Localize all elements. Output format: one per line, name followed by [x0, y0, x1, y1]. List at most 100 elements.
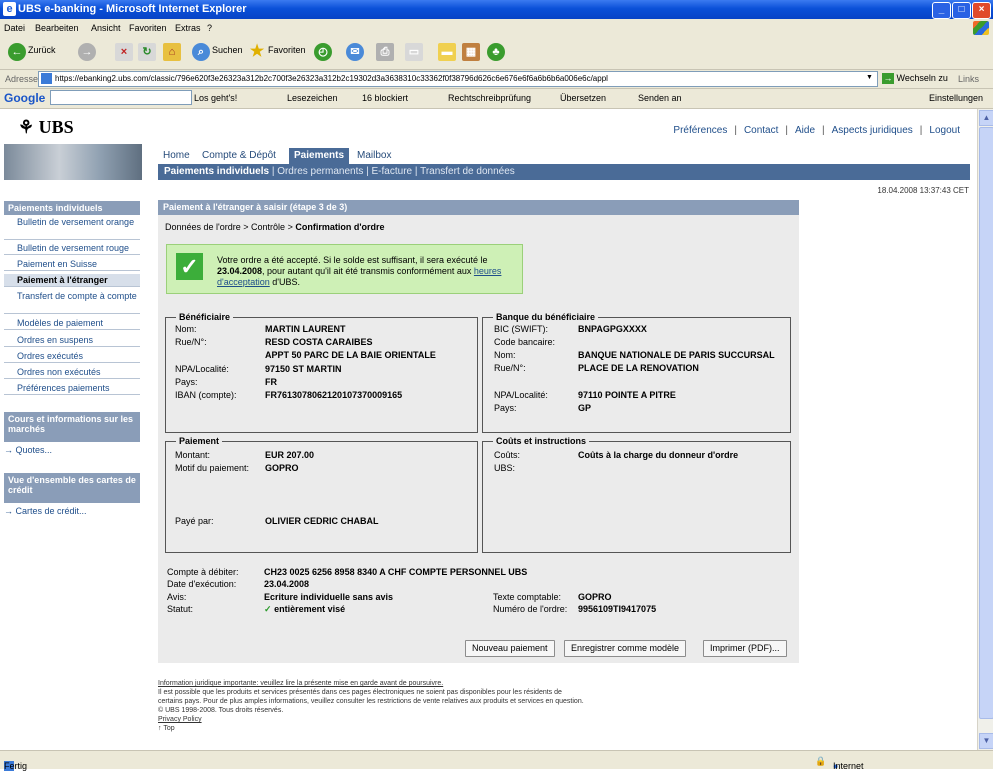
menu-ansicht[interactable]: Ansicht — [91, 23, 121, 33]
menu-favoriten[interactable]: Favoriten — [129, 23, 167, 33]
sidebar-item-modeles[interactable]: Modèles de paiement — [4, 317, 140, 330]
top-links: Préférences | Contact | Aide | Aspects juridiq… — [673, 125, 960, 136]
go-button[interactable]: → Wechseln zu — [882, 73, 948, 85]
popup-blocked-counter[interactable]: 16 blockiert — [362, 93, 408, 103]
toolbar: ← Zurück → × ↻ ⌂ ⌕ Suchen ★ Favoriten ◴ … — [0, 37, 993, 70]
vertical-scrollbar[interactable]: ▲ ▼ — [977, 109, 993, 750]
google-search-input[interactable] — [50, 90, 192, 105]
legal-notice-link[interactable]: Information juridique importante: veuill… — [158, 679, 588, 688]
lock-icon: 🔒 — [815, 756, 827, 766]
sidebar-item-bv-rouge[interactable]: Bulletin de versement rouge — [4, 242, 140, 255]
google-logo: Google — [4, 91, 46, 105]
panel-header: Paiement à l'étranger à saisir (étape 3 … — [158, 200, 799, 215]
tab-compte-depot[interactable]: Compte & Dépôt — [197, 148, 281, 164]
favorites-star-icon[interactable]: ★ — [248, 43, 266, 61]
search-icon[interactable]: ⌕ — [192, 43, 210, 61]
print-icon[interactable]: ⎙ — [376, 43, 394, 61]
ubs-logo: ⚘ UBS — [18, 117, 74, 137]
sidebar-item-bvr-orange[interactable]: Bulletin de versement orange — [4, 216, 140, 240]
search-button-label[interactable]: Suchen — [212, 45, 243, 55]
address-dropdown-icon[interactable]: ▼ — [866, 74, 873, 81]
scroll-up-icon[interactable]: ▲ — [979, 110, 993, 126]
google-bookmarks[interactable]: Lesezeichen — [287, 93, 338, 103]
back-button-label[interactable]: Zurück — [28, 45, 56, 55]
subnav-e-facture[interactable]: E-facture — [372, 166, 413, 177]
sidebar-item-preferences-paiements[interactable]: Préférences paiements — [4, 382, 140, 395]
messenger-icon[interactable]: ♣ — [487, 43, 505, 61]
copyright: © UBS 1998-2008. Tous droits réservés. — [158, 707, 284, 714]
spellcheck-button[interactable]: Rechtschreibprüfung — [448, 93, 531, 103]
address-url: https://ebanking2.ubs.com/classic/796e62… — [55, 74, 608, 83]
maximize-button[interactable]: □ — [952, 2, 971, 19]
sidebar-header-markets: Cours et informations sur les marchés — [4, 412, 140, 442]
beneficiary-legend: Bénéficiaire — [179, 312, 231, 322]
close-button[interactable]: × — [972, 2, 991, 19]
status-bar: Fertig 🔒 ● Internet — [0, 750, 993, 771]
save-as-template-button[interactable]: Enregistrer comme modèle — [564, 640, 687, 657]
subnav-transfert[interactable]: Transfert de données — [420, 166, 515, 177]
sidebar-item-paiement-suisse[interactable]: Paiement en Suisse — [4, 258, 140, 271]
status-check-icon: ✓ — [264, 604, 272, 614]
link-logout[interactable]: Logout — [929, 125, 960, 136]
subnav-paiements-individuels[interactable]: Paiements individuels — [164, 166, 269, 177]
home-icon[interactable]: ⌂ — [163, 43, 181, 61]
go-arrow-icon: → — [882, 73, 894, 85]
new-payment-button[interactable]: Nouveau paiement — [465, 640, 555, 657]
privacy-policy-link[interactable]: Privacy Policy — [158, 715, 588, 724]
edit-icon[interactable]: ▭ — [405, 43, 423, 61]
address-label: Adresse — [5, 74, 39, 84]
title-bar: e UBS e-banking - Microsoft Internet Exp… — [0, 0, 993, 19]
send-to-button[interactable]: Senden an — [638, 93, 682, 103]
links-button[interactable]: Links — [958, 74, 979, 84]
stop-icon[interactable]: × — [115, 43, 133, 61]
scroll-thumb[interactable] — [979, 127, 993, 719]
windows-logo-icon — [973, 21, 989, 35]
sidebar-link-cards[interactable]: → Cartes de crédit... — [4, 506, 87, 516]
google-settings-button[interactable]: Einstellungen — [929, 93, 983, 103]
link-legal[interactable]: Aspects juridiques — [832, 125, 913, 136]
top-link[interactable]: ↑ Top — [158, 724, 588, 733]
tab-paiements[interactable]: Paiements — [289, 148, 350, 164]
payment-box: Paiement — [165, 436, 478, 553]
forward-arrow-icon[interactable]: → — [78, 43, 96, 61]
tab-mailbox[interactable]: Mailbox — [352, 148, 396, 164]
menu-extras[interactable]: Extras — [175, 23, 201, 33]
menu-help[interactable]: ? — [207, 23, 212, 33]
link-preferences[interactable]: Préférences — [673, 125, 727, 136]
subnav-ordres-permanents[interactable]: Ordres permanents — [277, 166, 363, 177]
address-bar: Adresse https://ebanking2.ubs.com/classi… — [0, 70, 993, 89]
menu-datei[interactable]: Datei — [4, 23, 25, 33]
check-icon: ✓ — [176, 253, 203, 280]
sidebar-header-cards: Vue d'ensemble des cartes de crédit — [4, 473, 140, 503]
favorites-button-label[interactable]: Favoriten — [268, 45, 306, 55]
history-icon[interactable]: ◴ — [314, 43, 332, 61]
mail-icon[interactable]: ✉ — [346, 43, 364, 61]
refresh-icon[interactable]: ↻ — [138, 43, 156, 61]
menu-bearbeiten[interactable]: Bearbeiten — [35, 23, 79, 33]
minimize-button[interactable]: _ — [932, 2, 951, 19]
google-go-button[interactable]: Los geht's! — [194, 93, 237, 103]
link-contact[interactable]: Contact — [744, 125, 778, 136]
sidebar-item-ordres-executes[interactable]: Ordres exécutés — [4, 350, 140, 363]
scroll-down-icon[interactable]: ▼ — [979, 733, 993, 749]
sidebar-item-paiement-etranger[interactable]: Paiement à l'étranger — [4, 274, 140, 287]
research-icon[interactable]: ▦ — [462, 43, 480, 61]
address-input[interactable]: https://ebanking2.ubs.com/classic/796e62… — [38, 71, 878, 87]
ie-app-icon: e — [3, 2, 16, 16]
costs-legend: Coûts et instructions — [496, 436, 587, 446]
page-icon — [41, 73, 52, 84]
sidebar-item-ordres-non-executes[interactable]: Ordres non exécutés — [4, 366, 140, 379]
print-pdf-button[interactable]: Imprimer (PDF)... — [703, 640, 787, 657]
google-toolbar: Google Los geht's! Lesezeichen 16 blocki… — [0, 89, 993, 109]
sub-nav: Paiements individuels | Ordres permanent… — [158, 164, 970, 180]
back-arrow-icon[interactable]: ← — [8, 43, 26, 61]
folder-icon[interactable]: ▬ — [438, 43, 456, 61]
link-help[interactable]: Aide — [795, 125, 815, 136]
sidebar-item-ordres-suspens[interactable]: Ordres en suspens — [4, 334, 140, 347]
sidebar-item-transfert-compte[interactable]: Transfert de compte à compte — [4, 290, 140, 314]
page-viewport: ⚘ UBS Préférences | Contact | Aide | Aspects j… — [0, 109, 977, 750]
sidebar-link-quotes[interactable]: → Quotes... — [4, 445, 52, 455]
sidebar-header-payments: Paiements individuels — [4, 201, 140, 215]
translate-button[interactable]: Übersetzen — [560, 93, 606, 103]
tab-home[interactable]: Home — [158, 148, 195, 164]
